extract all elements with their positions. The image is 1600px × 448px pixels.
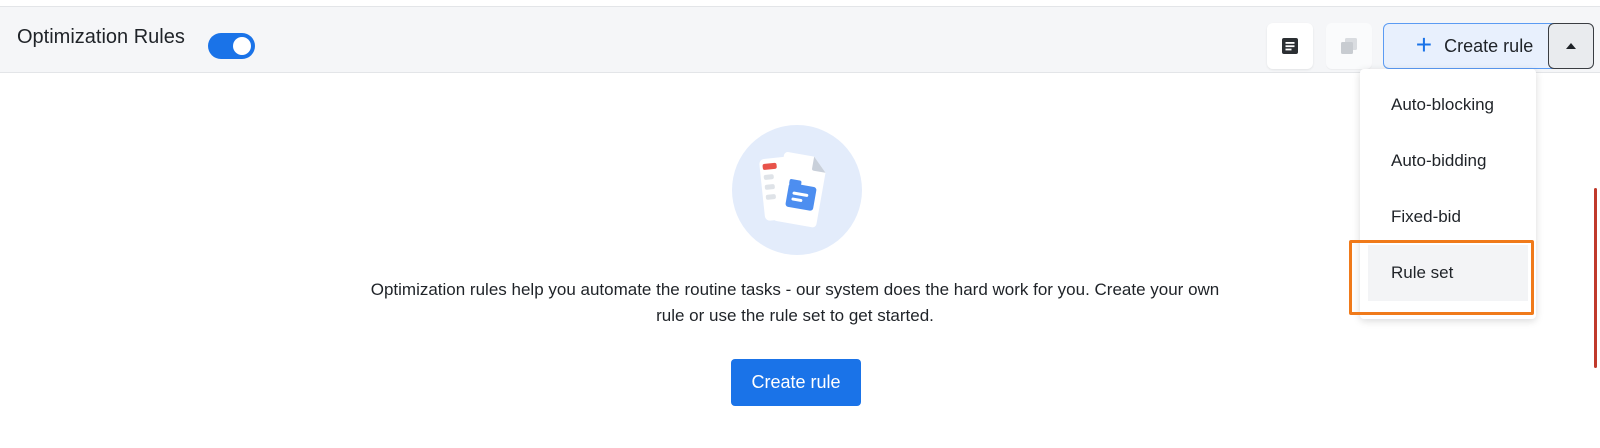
notes-icon xyxy=(1282,38,1298,54)
menu-item-label: Auto-bidding xyxy=(1391,151,1487,170)
page-header: Optimization Rules + Create rule xyxy=(0,6,1600,73)
empty-state-message: Optimization rules help you automate the… xyxy=(370,280,1220,325)
menu-item-label: Fixed-bid xyxy=(1391,207,1461,226)
documents-folder-icon xyxy=(759,152,826,228)
duplicate-icon xyxy=(1341,38,1357,54)
plus-icon: + xyxy=(1415,29,1433,60)
menu-item-auto-blocking[interactable]: Auto-blocking xyxy=(1360,77,1536,133)
duplicate-button[interactable] xyxy=(1326,23,1372,69)
optimization-rules-page: Optimization Rules + Create rule Auto-bl… xyxy=(0,0,1600,448)
create-rule-button[interactable]: Create rule xyxy=(731,359,861,406)
side-panel-edge xyxy=(1594,188,1597,368)
notes-button[interactable] xyxy=(1267,23,1313,69)
highlight-annotation xyxy=(1349,240,1534,315)
create-rule-label: Create rule xyxy=(1444,35,1534,56)
page-title: Optimization Rules xyxy=(17,26,185,48)
dropdown-toggle-button[interactable] xyxy=(1548,23,1594,69)
create-rule-dropdown-button[interactable]: + Create rule xyxy=(1383,23,1566,69)
toggle-knob xyxy=(233,37,251,55)
caret-up-icon xyxy=(1566,43,1576,49)
create-rule-button-label: Create rule xyxy=(751,372,841,392)
empty-state-illustration xyxy=(732,125,862,255)
rules-enabled-toggle[interactable] xyxy=(208,33,255,59)
menu-item-fixed-bid[interactable]: Fixed-bid xyxy=(1360,189,1536,245)
menu-item-auto-bidding[interactable]: Auto-bidding xyxy=(1360,133,1536,189)
menu-item-label: Auto-blocking xyxy=(1391,95,1495,114)
